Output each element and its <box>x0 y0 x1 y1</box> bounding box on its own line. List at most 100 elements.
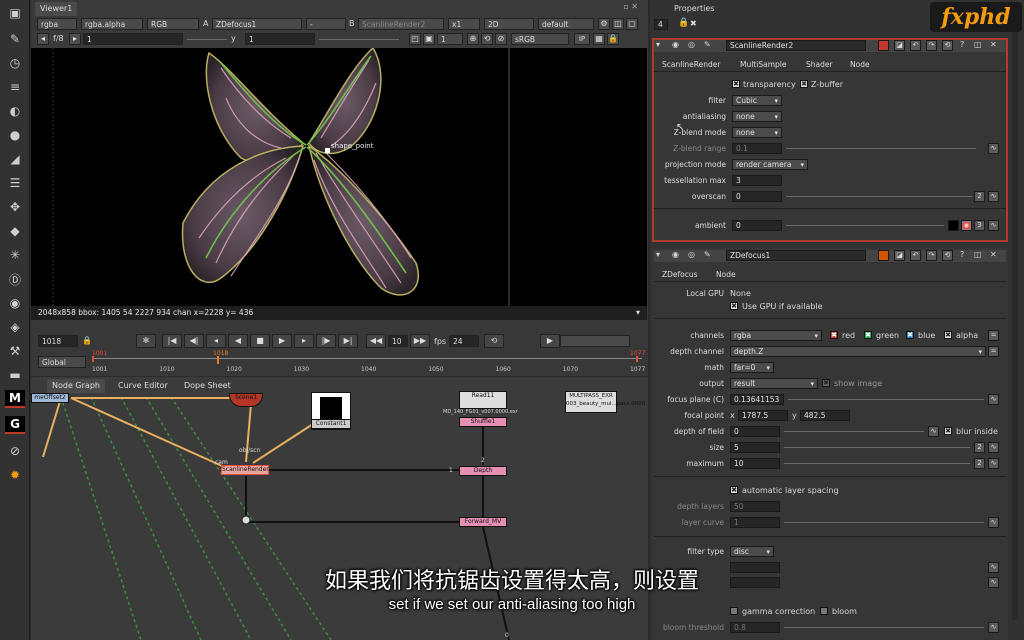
wrench-icon[interactable]: ✎ <box>704 40 711 49</box>
max-panels-field[interactable]: 4 <box>654 19 668 30</box>
alpha-checkbox[interactable]: ✖ <box>944 331 952 339</box>
node-color-icon[interactable] <box>878 40 889 51</box>
layer-curve-icon[interactable]: ∿ <box>988 517 999 528</box>
gizmo-icon[interactable]: G <box>5 416 25 434</box>
math-dropdown[interactable]: far=0 <box>730 362 774 373</box>
maximum-field[interactable]: 10 <box>730 458 780 469</box>
depth-channel-dropdown[interactable]: depth.Z <box>730 346 986 357</box>
frame-lock-icon[interactable]: 🔒 <box>82 336 92 345</box>
prev-keyframe-icon[interactable]: ◀| <box>184 334 204 348</box>
forward-mv-node[interactable]: Forward_MV <box>459 517 507 527</box>
snowflake-icon[interactable]: ✻ <box>136 334 156 348</box>
dof-slider[interactable] <box>784 431 924 432</box>
use-gpu-checkbox[interactable]: ✖ <box>730 302 738 310</box>
depth-node[interactable]: Depth <box>459 466 507 476</box>
crosshair-icon[interactable]: ⊕ <box>467 33 479 45</box>
zblend-range-field[interactable]: 0.1 <box>732 143 782 154</box>
antialiasing-dropdown[interactable]: none <box>732 111 782 122</box>
size-curve-icon[interactable]: ∿ <box>988 442 999 453</box>
depth-layers-field[interactable]: 50 <box>730 501 780 512</box>
last-frame-icon[interactable]: ▶| <box>338 334 358 348</box>
focus-curve-icon[interactable]: ∿ <box>988 394 999 405</box>
3d-cube-icon[interactable]: ◆ <box>5 222 25 240</box>
auto-layer-checkbox[interactable]: ✖ <box>730 486 738 494</box>
timeoffset-node[interactable]: meOffset2 <box>31 393 69 403</box>
read11-node[interactable]: Read11 <box>459 391 507 409</box>
scope-dropdown[interactable]: Global <box>38 356 86 368</box>
a-input-dropdown[interactable]: ZDefocus1 <box>212 18 302 30</box>
blur-inside-checkbox[interactable]: ✖ <box>944 427 952 435</box>
zd-undo-icon[interactable]: ↶ <box>910 250 921 261</box>
viewer-settings-icon[interactable]: ⚙ <box>598 18 610 30</box>
fstop-next-icon[interactable]: ▸ <box>69 33 81 45</box>
fstop-value[interactable]: f/8 <box>53 34 64 43</box>
merge-icon[interactable]: M <box>5 390 25 408</box>
shuffle1-node[interactable]: Shuffle1 <box>459 417 507 427</box>
tab-zdefocus[interactable]: ZDefocus <box>662 270 698 279</box>
flipbook-icon[interactable]: ▶ <box>540 334 560 348</box>
fire-icon[interactable]: ✹ <box>5 466 25 484</box>
increment-field[interactable]: 10 <box>388 335 408 347</box>
redo-icon[interactable]: ↷ <box>926 40 937 51</box>
play-forward-icon[interactable]: ▶ <box>272 334 292 348</box>
stop-icon[interactable]: ■ <box>250 334 270 348</box>
deep-icon[interactable]: Ⓓ <box>5 270 25 288</box>
range-dropdown[interactable] <box>560 335 630 347</box>
focus-plane-slider[interactable] <box>788 399 984 400</box>
sphere-icon[interactable]: ● <box>5 126 25 144</box>
blue-checkbox[interactable]: ✖ <box>906 331 914 339</box>
scanlinerender-node[interactable]: ScanlineRender <box>221 465 269 475</box>
toolsets-icon[interactable]: ⚒ <box>5 342 25 360</box>
constant-node[interactable]: Constant1 <box>311 419 351 429</box>
float-icon[interactable]: ◫ <box>974 40 982 49</box>
transparency-checkbox[interactable]: ✖ <box>732 80 740 88</box>
output-dropdown[interactable]: result <box>730 378 818 389</box>
maximum-slider[interactable] <box>784 463 970 464</box>
overscan-split-button[interactable]: 2 <box>974 191 985 202</box>
info-menu-icon[interactable]: ▾ <box>636 308 640 317</box>
in-point-marker[interactable]: 1001 <box>92 350 107 357</box>
viewer-lock-icon[interactable]: ▦ <box>593 33 605 45</box>
other-icon[interactable]: ▬ <box>5 366 25 384</box>
help-icon[interactable]: ? <box>960 40 964 49</box>
timeline-ruler[interactable] <box>92 358 642 359</box>
refresh-icon[interactable]: ⊘ <box>495 33 507 45</box>
fps-field[interactable]: 24 <box>449 335 479 347</box>
filter-icon[interactable]: ◢ <box>5 150 25 168</box>
particles-icon[interactable]: ✳ <box>5 246 25 264</box>
roi-icon[interactable]: ▢ <box>626 18 638 30</box>
tab-multisample[interactable]: MultiSample <box>740 60 786 69</box>
overlay-icon[interactable]: ◫ <box>612 18 624 30</box>
zbuffer-checkbox[interactable]: ✖ <box>800 80 808 88</box>
zd-node-color2-icon[interactable]: ◪ <box>894 250 905 261</box>
gain-field[interactable]: 1 <box>83 33 183 45</box>
channel-icon[interactable]: ≡ <box>5 78 25 96</box>
current-frame-marker[interactable]: 1018 <box>213 350 228 357</box>
gamma-field[interactable]: 1 <box>245 33 315 45</box>
green-checkbox[interactable]: ✖ <box>864 331 872 339</box>
ambient-split-button[interactable]: 3 <box>974 220 985 231</box>
zdefocus-name-field[interactable]: ZDefocus1 <box>726 250 866 261</box>
layer-dropdown[interactable]: rgba <box>37 18 77 30</box>
clipping-icon[interactable]: ◰ <box>409 33 421 45</box>
properties-scrollbar[interactable] <box>1012 20 1018 620</box>
projection-dropdown[interactable]: render camera <box>732 159 808 170</box>
b-input-dropdown[interactable]: ScanlineRender2 <box>358 18 444 30</box>
brush-icon[interactable]: ✎ <box>5 30 25 48</box>
dof-field[interactable]: 0 <box>730 426 780 437</box>
channels-dropdown[interactable]: rgba <box>730 330 822 341</box>
maximum-split-button[interactable]: 2 <box>974 458 985 469</box>
skip-forward-icon[interactable]: ▶▶ <box>410 334 430 348</box>
first-frame-icon[interactable]: |◀ <box>162 334 182 348</box>
tab-zd-node[interactable]: Node <box>716 270 736 279</box>
bloom-threshold-curve[interactable]: ∿ <box>988 622 999 633</box>
tab-shader[interactable]: Shader <box>806 60 833 69</box>
display-dropdown[interactable]: RGB <box>147 18 199 30</box>
zd-center-icon[interactable]: ◎ <box>688 250 695 259</box>
focal-x-field[interactable]: 1787.5 <box>738 410 788 421</box>
proxy-icon[interactable]: ▣ <box>423 33 435 45</box>
proxy-dropdown[interactable]: 1 <box>437 33 463 45</box>
zd-revert-icon[interactable]: ⟲ <box>942 250 953 261</box>
views-icon[interactable]: ◉ <box>5 294 25 312</box>
tab-scanlinerender[interactable]: ScanlineRender <box>662 60 720 69</box>
